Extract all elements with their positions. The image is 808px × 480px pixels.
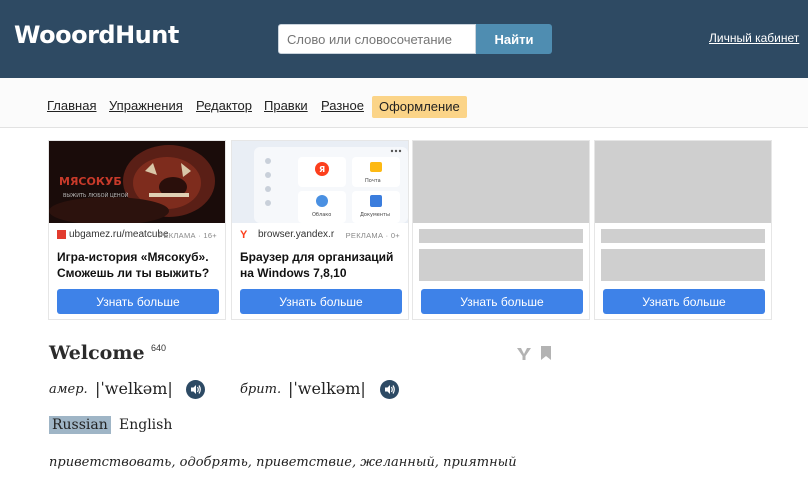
ad-card-2[interactable]: Я Почта Облако Документы Y browser.yande… (231, 140, 409, 320)
docs-tile-label: Документы (360, 212, 390, 218)
svg-text:Я: Я (319, 165, 325, 174)
pron-us-label: амер. (49, 382, 88, 397)
word-frequency: 640 (151, 343, 167, 353)
ad-card-4[interactable]: Узнать больше (594, 140, 772, 320)
pron-us: |ˈwelkəm| (95, 379, 173, 398)
ad-browser-image[interactable]: Я Почта Облако Документы (232, 141, 408, 223)
site-header: WooordHunt Найти Личный кабинет (0, 0, 808, 78)
mail-tile-label: Почта (365, 178, 381, 184)
speaker-uk-icon[interactable] (380, 380, 399, 399)
nav-item-editor[interactable]: Редактор (196, 98, 252, 113)
site-logo[interactable]: WooordHunt (14, 21, 179, 49)
ad-learn-more-button[interactable]: Узнать больше (421, 289, 583, 314)
nav-item-exercises[interactable]: Упражнения (109, 98, 183, 113)
nav-item-edits[interactable]: Правки (264, 98, 308, 113)
cube-icon (57, 230, 66, 239)
ad-title[interactable]: Игра-история «Мясокуб». Сможешь ли ты вы… (57, 249, 221, 281)
ad-card-3[interactable]: Узнать больше (412, 140, 590, 320)
ad-learn-more-button[interactable]: Узнать больше (57, 289, 219, 314)
headword: Welcome (49, 342, 145, 364)
ad-image-placeholder (413, 141, 589, 223)
nav-item-misc[interactable]: Разное (321, 98, 364, 113)
search-input[interactable] (278, 24, 476, 54)
ad-title-placeholder (601, 249, 765, 281)
ad-label: РЕКЛАМА · 16+ (158, 231, 217, 240)
ad-game-image-title: МЯСОКУБ (59, 175, 122, 188)
ad-source[interactable]: browser.yandex.r (258, 229, 334, 240)
ad-card-1[interactable]: МЯСОКУБ ВЫЖИТЬ ЛЮБОЙ ЦЕНОЙ ubgamez.ru/me… (48, 140, 226, 320)
ad-title-placeholder (419, 249, 583, 281)
yandex-dictionary-icon[interactable] (516, 347, 532, 361)
ad-source[interactable]: ubgamez.ru/meatcube (69, 229, 169, 240)
nav-item-home[interactable]: Главная (47, 98, 96, 113)
nav-item-appearance[interactable]: Оформление (372, 96, 467, 118)
ad-image-placeholder (595, 141, 771, 223)
pron-uk: |ˈwelkəm| (288, 379, 366, 398)
cloud-tile-label: Облако (312, 212, 331, 218)
pron-uk-label: брит. (240, 382, 282, 397)
main-nav: Главная Упражнения Редактор Правки Разно… (0, 78, 808, 128)
speaker-us-icon[interactable] (186, 380, 205, 399)
ad-learn-more-button[interactable]: Узнать больше (240, 289, 402, 314)
search-button[interactable]: Найти (476, 24, 552, 54)
tab-english[interactable]: English (116, 416, 175, 434)
ad-game-image[interactable]: МЯСОКУБ ВЫЖИТЬ ЛЮБОЙ ЦЕНОЙ (49, 141, 225, 223)
yandex-icon: Y (240, 229, 248, 241)
ad-learn-more-button[interactable]: Узнать больше (603, 289, 765, 314)
tab-russian[interactable]: Russian (49, 416, 111, 434)
translation-text: приветствовать, одобрять, приветствие, ж… (49, 455, 517, 470)
ad-title[interactable]: Браузер для организаций на Windows 7,8,1… (240, 249, 404, 281)
bookmark-icon[interactable] (540, 346, 552, 360)
ad-source-placeholder (601, 229, 765, 243)
ad-label: РЕКЛАМА · 0+ (345, 231, 400, 240)
ad-source-placeholder (419, 229, 583, 243)
ad-game-image-subtitle: ВЫЖИТЬ ЛЮБОЙ ЦЕНОЙ (63, 192, 129, 199)
personal-cabinet-link[interactable]: Личный кабинет (709, 31, 799, 45)
